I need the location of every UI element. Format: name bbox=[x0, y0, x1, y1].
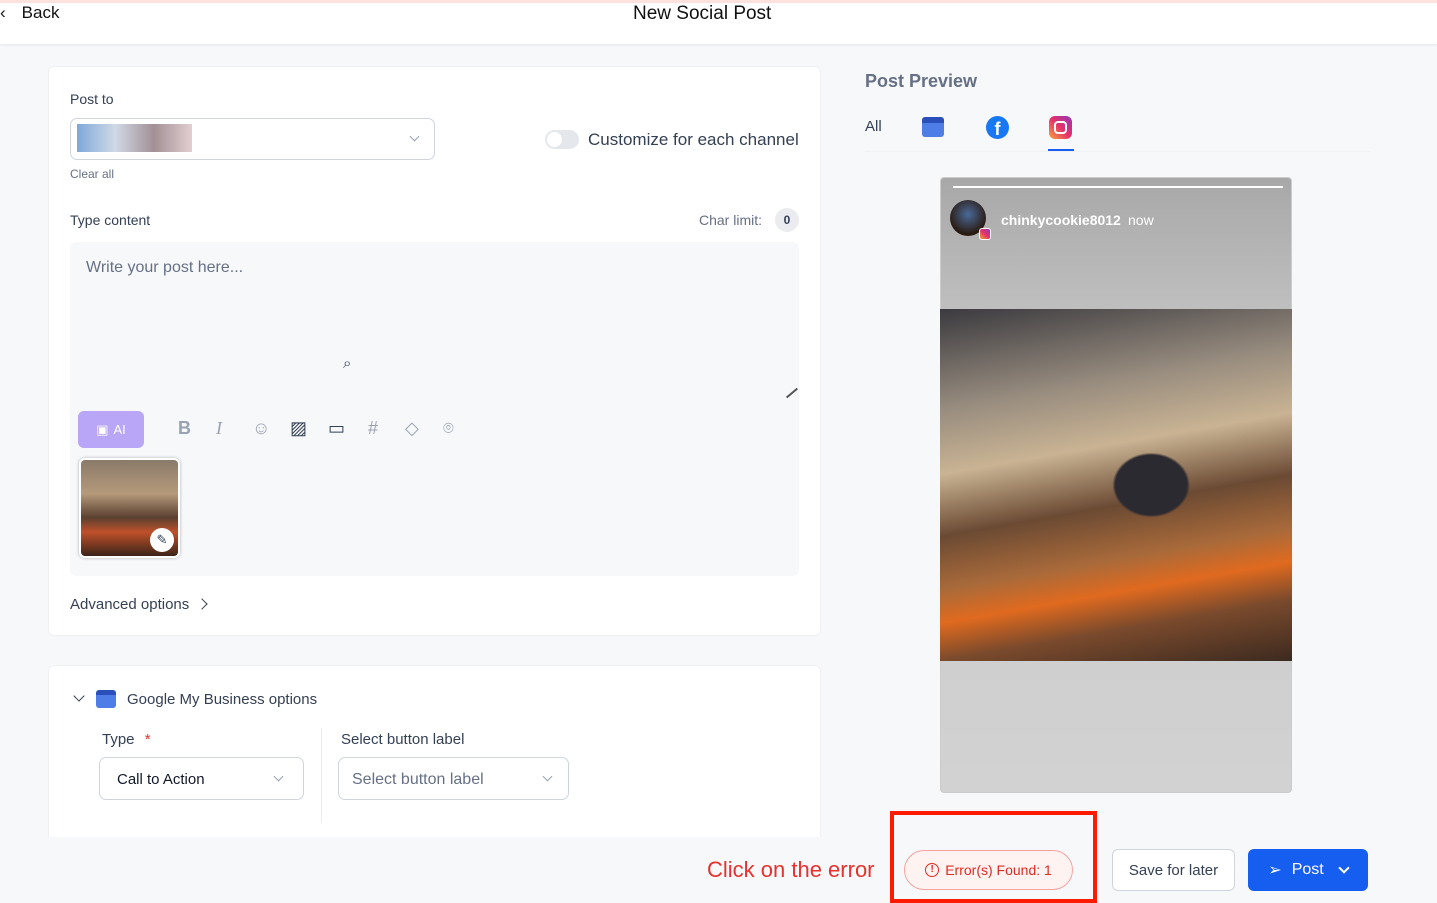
errors-found-button[interactable]: ! Error(s) Found: 1 bbox=[904, 850, 1073, 890]
channel-select[interactable] bbox=[70, 118, 435, 160]
chevron-down-icon bbox=[274, 772, 284, 782]
resize-handle-icon[interactable] bbox=[786, 388, 798, 399]
tab-facebook[interactable]: f bbox=[986, 116, 1009, 139]
clear-all-link[interactable]: Clear all bbox=[70, 167, 114, 181]
customize-label: Customize for each channel bbox=[588, 130, 799, 150]
back-button[interactable]: ‹ Back bbox=[0, 3, 59, 23]
post-button[interactable]: ➢ Post bbox=[1248, 849, 1368, 891]
chevron-down-icon bbox=[410, 132, 420, 142]
tab-instagram[interactable] bbox=[1049, 116, 1072, 139]
ai-button[interactable]: ▣ AI bbox=[78, 411, 144, 448]
divider bbox=[321, 728, 322, 823]
button-label-label: Select button label bbox=[341, 731, 464, 748]
post-placeholder: Write your post here... bbox=[86, 259, 243, 277]
preview-title: Post Preview bbox=[865, 71, 977, 92]
char-limit-badge: 0 bbox=[775, 208, 799, 232]
type-label-text: Type bbox=[102, 731, 135, 748]
button-label-placeholder: Select button label bbox=[352, 771, 484, 789]
image-icon[interactable]: ▨ bbox=[290, 418, 307, 439]
instagram-icon bbox=[1054, 121, 1067, 134]
type-label: Type * bbox=[102, 731, 151, 748]
type-select[interactable]: Call to Action bbox=[99, 757, 304, 800]
zoom-cursor-icon: ⌕ bbox=[343, 355, 351, 372]
button-label-select[interactable]: Select button label bbox=[338, 757, 569, 800]
back-label: Back bbox=[22, 3, 60, 23]
chevron-down-icon[interactable] bbox=[1338, 862, 1349, 873]
post-to-label: Post to bbox=[70, 91, 114, 107]
post-label: Post bbox=[1292, 861, 1324, 879]
instagram-badge-icon bbox=[979, 228, 991, 240]
emoji-icon[interactable]: ☺ bbox=[252, 418, 270, 439]
edit-pencil-icon[interactable]: ✎ bbox=[150, 528, 174, 552]
hashtag-icon[interactable]: # bbox=[368, 418, 378, 439]
story-progress-bar bbox=[953, 186, 1283, 188]
preview-time: now bbox=[1128, 212, 1154, 228]
chevron-down-icon bbox=[543, 772, 553, 782]
customize-toggle[interactable] bbox=[545, 130, 579, 149]
send-icon: ➢ bbox=[1268, 860, 1281, 880]
char-limit-label: Char limit: bbox=[699, 212, 762, 228]
type-select-value: Call to Action bbox=[117, 771, 205, 788]
italic-icon[interactable]: I bbox=[216, 418, 222, 439]
advanced-options-link[interactable]: Advanced options bbox=[70, 596, 189, 613]
bold-icon[interactable]: B bbox=[178, 418, 191, 439]
page-title: New Social Post bbox=[633, 3, 771, 25]
preview-username: chinkycookie8012 bbox=[1001, 212, 1121, 228]
top-bar: ‹ Back New Social Post bbox=[0, 0, 1437, 44]
location-icon[interactable]: ⌾ bbox=[443, 418, 454, 439]
preview-tabs: All f bbox=[865, 110, 1370, 152]
chevron-left-icon: ‹ bbox=[0, 3, 6, 23]
type-content-label: Type content bbox=[70, 212, 150, 228]
tab-google-business[interactable] bbox=[922, 117, 944, 137]
ai-label: AI bbox=[114, 422, 126, 437]
save-for-later-button[interactable]: Save for later bbox=[1112, 849, 1235, 891]
alert-circle-icon: ! bbox=[925, 863, 939, 877]
gmb-title: Google My Business options bbox=[127, 691, 317, 708]
tab-all[interactable]: All bbox=[865, 118, 882, 135]
annotation-text: Click on the error bbox=[707, 857, 875, 883]
tag-icon[interactable]: ◇ bbox=[405, 418, 419, 439]
active-tab-indicator bbox=[1048, 149, 1074, 151]
preview-image bbox=[940, 309, 1292, 661]
required-mark: * bbox=[145, 731, 151, 748]
google-business-icon bbox=[96, 690, 116, 708]
attached-image-thumbnail[interactable]: ✎ bbox=[79, 458, 180, 558]
robot-icon: ▣ bbox=[96, 422, 108, 438]
errors-found-label: Error(s) Found: 1 bbox=[945, 862, 1052, 878]
video-icon[interactable]: ▭ bbox=[328, 418, 345, 439]
channel-avatars-blurred bbox=[77, 124, 192, 152]
